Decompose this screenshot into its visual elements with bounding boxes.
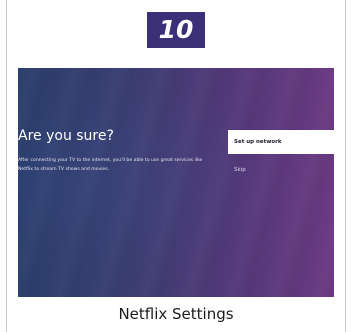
step-number-badge: 10 — [147, 12, 205, 48]
skip-option[interactable]: Skip — [228, 162, 334, 178]
dialog-body-text: After connecting your TV to the internet… — [18, 158, 203, 172]
image-caption: Netflix Settings — [118, 305, 234, 323]
set-up-network-option[interactable]: Set up network — [228, 130, 334, 154]
tv-screen: Are you sure? After connecting your TV t… — [18, 68, 334, 297]
dialog-title: Are you sure? — [18, 128, 114, 144]
